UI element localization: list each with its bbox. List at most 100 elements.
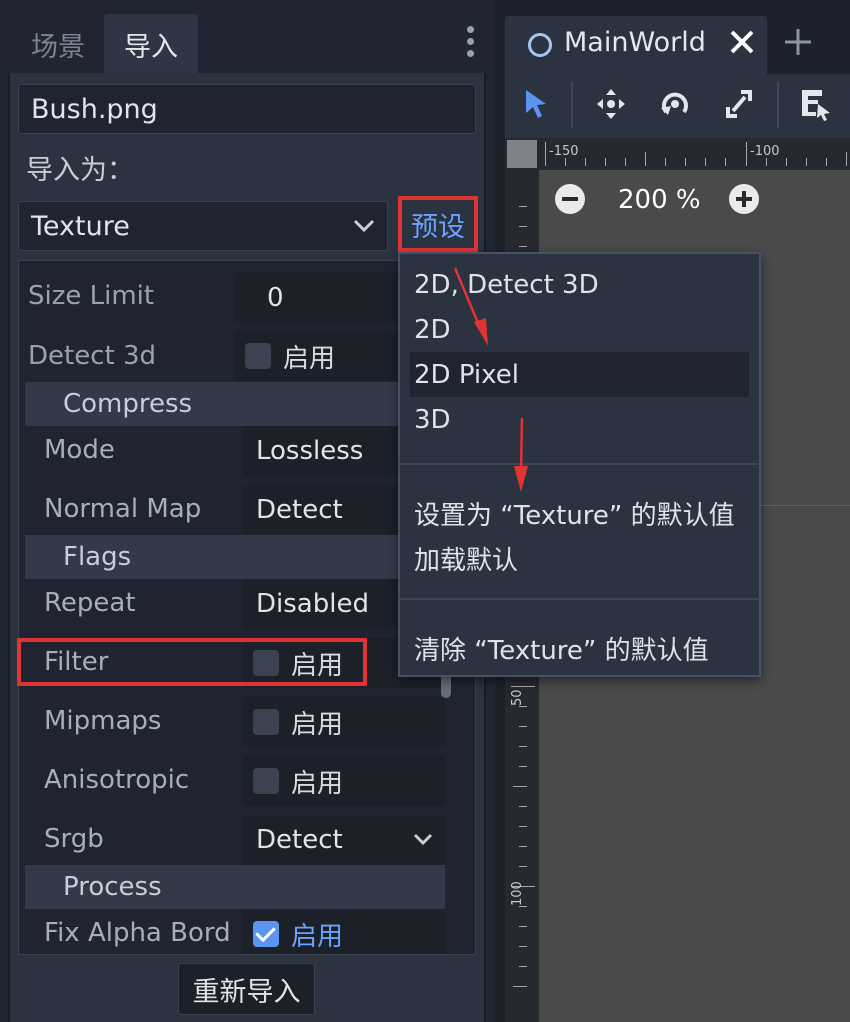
ruler-tick: [519, 226, 527, 227]
repeat-label: Repeat: [44, 588, 136, 618]
menu-item-clear-default[interactable]: 清除 “Texture” 的默认值: [414, 630, 709, 667]
close-icon[interactable]: [728, 28, 756, 56]
ruler-tick: [565, 158, 566, 166]
menu-item-set-default[interactable]: 设置为 “Texture” 的默认值: [414, 495, 735, 532]
scene-node-icon: [528, 33, 552, 57]
ruler-tick: [519, 846, 527, 847]
menu-item-2d[interactable]: 2D: [414, 315, 451, 345]
srgb-label: Srgb: [44, 824, 104, 854]
reimport-button[interactable]: 重新导入: [178, 963, 315, 1015]
ruler-tick: [519, 246, 527, 247]
mipmaps-checkbox[interactable]: 启用: [243, 697, 445, 747]
ruler-tick: [665, 158, 666, 166]
menu-separator: [399, 598, 760, 600]
ruler-label: 50: [510, 689, 525, 706]
size-limit-label: Size Limit: [28, 281, 155, 311]
fix-alpha-border-checkbox[interactable]: 启用: [243, 909, 445, 954]
section-flags[interactable]: Flags: [25, 535, 445, 579]
menu-item-2d-detect-3d[interactable]: 2D, Detect 3D: [414, 270, 599, 300]
ruler-label: -100: [750, 144, 780, 159]
importer-value: Texture: [31, 210, 130, 242]
normal-map-select[interactable]: Detect: [243, 485, 405, 535]
srgb-value: Detect: [256, 825, 343, 855]
ruler-corner: [507, 140, 537, 168]
importer-select[interactable]: Texture: [18, 201, 388, 251]
ruler-tick: [685, 158, 686, 166]
x-axis-line: [760, 505, 850, 506]
detect-3d-check-label: 启用: [283, 343, 336, 374]
ruler-tick: [545, 142, 546, 166]
toolbar-separator: [777, 82, 779, 128]
tab-import[interactable]: 导入: [104, 14, 198, 74]
size-limit-input[interactable]: 0: [235, 273, 405, 323]
mipmaps-label: Mipmaps: [44, 706, 162, 736]
checkbox-icon: [245, 343, 271, 369]
ruler-tick: [826, 158, 827, 166]
mipmaps-check-label: 启用: [291, 709, 344, 740]
ruler-tick: [519, 726, 527, 727]
ruler-tick: [519, 926, 527, 927]
ruler-tick: [645, 152, 646, 166]
anisotropic-label: Anisotropic: [44, 765, 190, 795]
menu-item-load-default[interactable]: 加载默认: [414, 540, 518, 577]
zoom-in-button[interactable]: [729, 184, 759, 214]
ruler-tick: [519, 906, 527, 907]
mode-label: Mode: [44, 435, 115, 465]
ruler-tick: [519, 706, 527, 707]
scene-tab-title: MainWorld: [564, 27, 706, 58]
anisotropic-check-label: 启用: [291, 768, 344, 799]
tab-scene[interactable]: 场景: [12, 14, 104, 74]
ruler-tick: [513, 786, 527, 787]
ruler-tick: [519, 826, 527, 827]
fix-alpha-border-label: Fix Alpha Bord: [44, 918, 231, 948]
normal-map-label: Normal Map: [44, 494, 202, 524]
add-tab-icon[interactable]: [782, 26, 814, 58]
section-process[interactable]: Process: [25, 865, 445, 909]
checkbox-icon: [253, 768, 279, 794]
menu-separator: [399, 463, 760, 465]
ruler-tick: [766, 158, 767, 166]
ruler-tick: [519, 206, 527, 207]
anisotropic-checkbox[interactable]: 启用: [243, 756, 445, 806]
detect-3d-label: Detect 3d: [28, 341, 157, 371]
zoom-out-button[interactable]: [555, 184, 585, 214]
ruler-tick: [519, 866, 527, 867]
ruler-tick: [625, 158, 626, 166]
chevron-down-icon: [413, 833, 433, 846]
ruler-tick: [806, 158, 807, 166]
mode-select[interactable]: Lossless: [243, 426, 405, 476]
fix-alpha-border-check-label: 启用: [291, 921, 344, 952]
menu-item-2d-pixel[interactable]: 2D Pixel: [414, 360, 519, 390]
ruler-tick: [519, 806, 527, 807]
ruler-tick: [519, 966, 527, 967]
scale-tool-icon[interactable]: [722, 86, 756, 122]
ruler-tick: [519, 746, 527, 747]
srgb-select[interactable]: Detect: [243, 815, 445, 865]
ruler-tick: [705, 158, 706, 166]
ruler-label: -150: [549, 144, 579, 159]
toolbar-separator: [571, 82, 573, 128]
ruler-tick: [519, 946, 527, 947]
chevron-down-icon: [353, 219, 375, 233]
section-compress[interactable]: Compress: [25, 382, 445, 426]
select-tool-icon[interactable]: [520, 86, 552, 122]
repeat-select[interactable]: Disabled: [243, 579, 405, 629]
ruler-tick: [746, 142, 747, 166]
menu-item-3d[interactable]: 3D: [414, 405, 451, 435]
ruler-tick: [725, 158, 726, 166]
checkbox-checked-icon: [253, 921, 279, 947]
zoom-level[interactable]: 200 %: [618, 185, 701, 215]
checkbox-icon: [253, 709, 279, 735]
ruler-tick: [605, 158, 606, 166]
preset-button[interactable]: 预设: [398, 196, 478, 252]
ruler-tick: [513, 986, 527, 987]
rotate-tool-icon[interactable]: [658, 86, 692, 122]
ruler-tick: [786, 158, 787, 166]
list-select-tool-icon[interactable]: [798, 86, 832, 122]
dock-menu-icon[interactable]: [460, 26, 480, 66]
ruler-tick: [511, 686, 535, 687]
ruler-label: 100: [510, 881, 525, 906]
detect-3d-checkbox[interactable]: 启用: [235, 331, 405, 381]
ruler-tick: [519, 766, 527, 767]
move-tool-icon[interactable]: [594, 86, 628, 122]
